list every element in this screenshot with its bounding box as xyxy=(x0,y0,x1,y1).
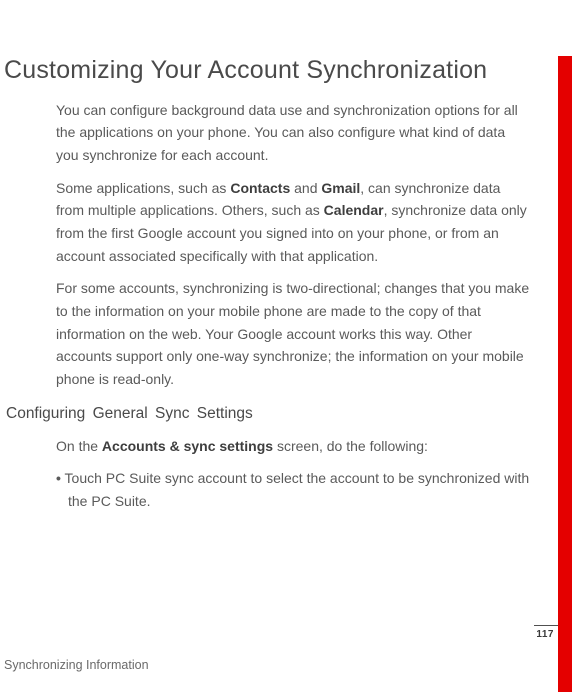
bullet-item: • Touch PC Suite sync account to select … xyxy=(56,467,530,512)
intro-paragraph: You can configure background data use an… xyxy=(56,99,530,167)
bold-pc-suite: PC Suite sync account xyxy=(106,470,247,486)
text-run: Touch xyxy=(61,470,106,486)
instruction-line: On the Accounts & sync settings screen, … xyxy=(56,435,530,458)
bold-contacts: Contacts xyxy=(230,180,290,196)
subheading: Configuring General Sync Settings xyxy=(6,405,540,423)
sync-direction-paragraph: For some accounts, synchronizing is two-… xyxy=(56,277,530,390)
text-run: On the xyxy=(56,438,102,454)
bold-accounts-sync: Accounts & sync settings xyxy=(102,438,273,454)
footer-text: Synchronizing Information xyxy=(4,658,149,672)
text-run: and xyxy=(290,180,321,196)
page-content: Customizing Your Account Synchronization… xyxy=(0,56,572,513)
apps-paragraph: Some applications, such as Contacts and … xyxy=(56,177,530,268)
text-run: Some applications, such as xyxy=(56,180,230,196)
bold-gmail: Gmail xyxy=(321,180,360,196)
page-title: Customizing Your Account Synchronization xyxy=(4,56,540,85)
bold-calendar: Calendar xyxy=(324,202,384,218)
text-run: screen, do the following: xyxy=(273,438,428,454)
page-number-rule xyxy=(534,625,558,626)
page-number: 117 xyxy=(536,629,554,640)
accent-bar xyxy=(558,56,572,692)
